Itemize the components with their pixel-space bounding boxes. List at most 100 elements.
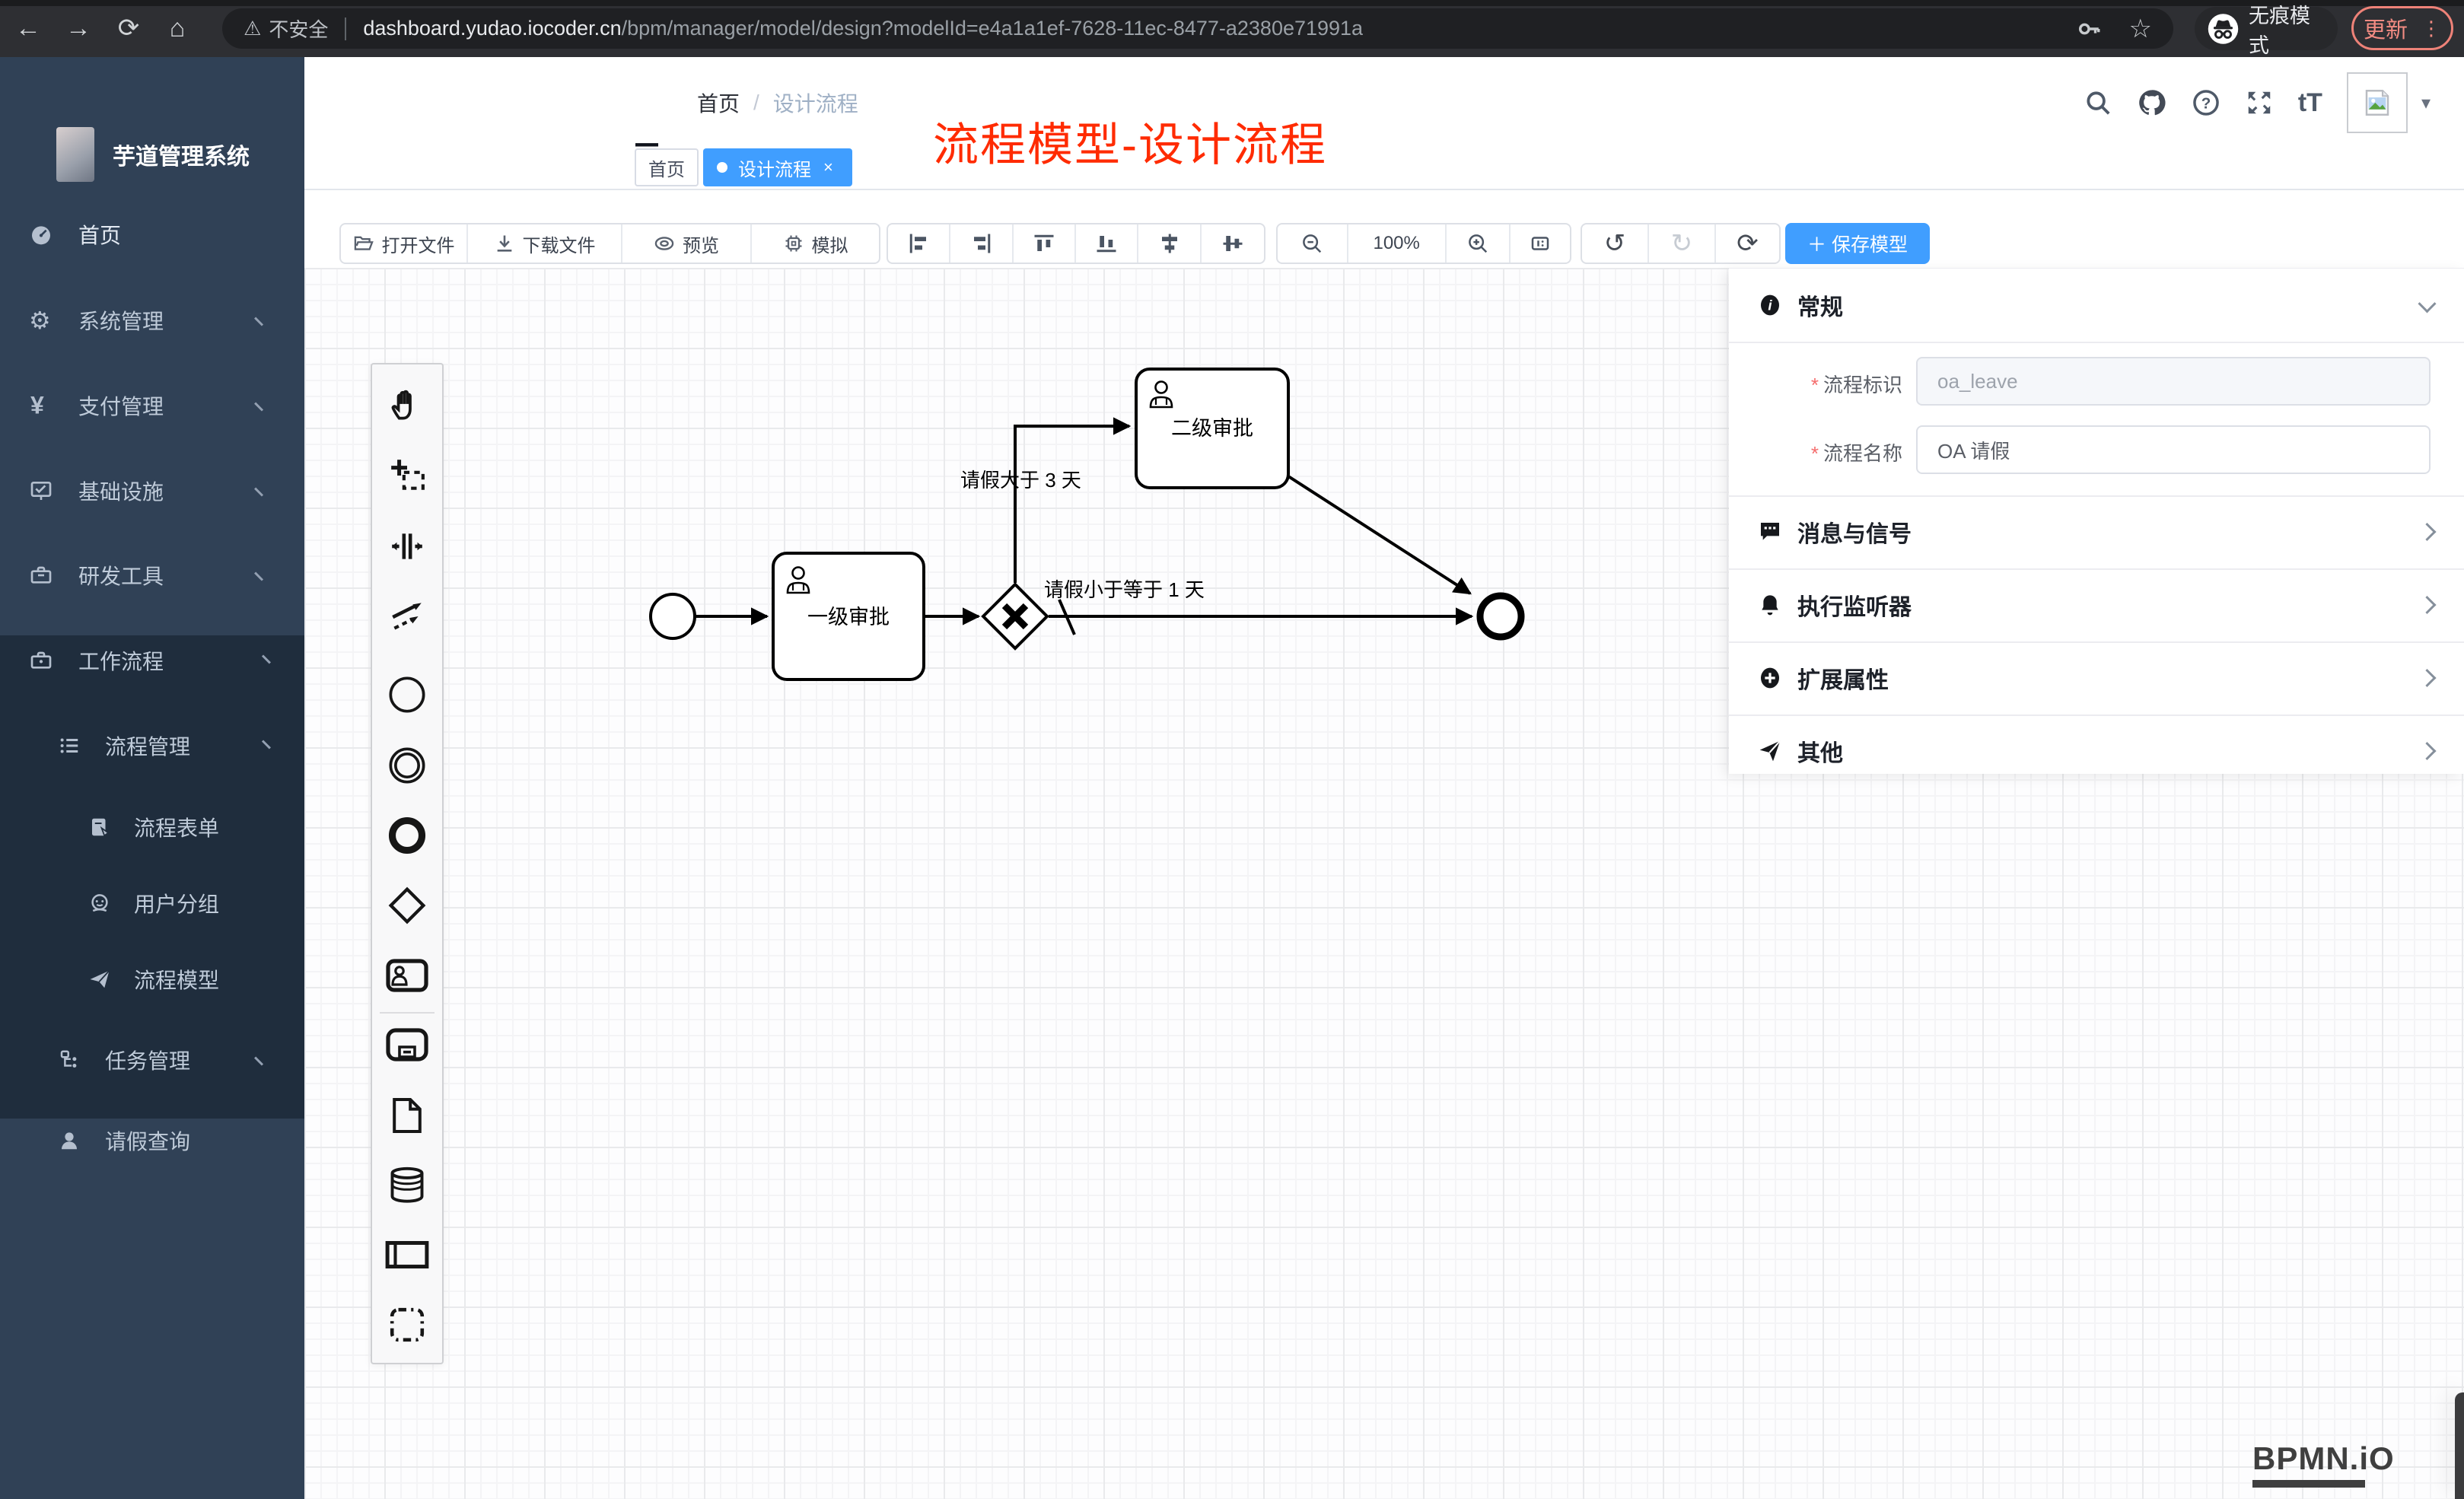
fullscreen-icon[interactable]	[2245, 88, 2274, 117]
end-event-icon	[387, 816, 427, 855]
lasso-tool[interactable]	[388, 457, 426, 495]
create-gateway[interactable]	[387, 885, 428, 926]
browser-update-button[interactable]: 更新 ⋮	[2351, 6, 2453, 50]
sidebar-item-leave-query[interactable]: 请假查询	[0, 1112, 304, 1169]
hand-tool[interactable]	[388, 387, 426, 425]
create-group[interactable]	[388, 1306, 426, 1344]
process-name-input[interactable]	[1916, 425, 2431, 474]
panel-section-other[interactable]: 其他	[1729, 714, 2464, 788]
create-subprocess[interactable]	[386, 1027, 428, 1062]
search-icon[interactable]	[2084, 88, 2112, 117]
undo-button[interactable]: ↺	[1582, 224, 1649, 263]
undo-icon: ↺	[1604, 228, 1626, 259]
avatar[interactable]	[2347, 72, 2408, 133]
save-model-button[interactable]: ＋ 保存模型	[1785, 223, 1930, 264]
align-left-button[interactable]	[888, 224, 950, 263]
tab-home[interactable]: 首页	[635, 148, 699, 186]
hand-tool-icon	[388, 387, 426, 425]
sidebar-item-workflow[interactable]: 工作流程	[0, 632, 304, 689]
help-icon[interactable]: ?	[2192, 88, 2220, 117]
chevron-up-icon	[254, 740, 271, 756]
tag-view-bar: 首页 设计流程 ×	[304, 148, 2464, 190]
zoom-level[interactable]: 100%	[1348, 224, 1447, 263]
chevron-down-icon	[254, 480, 271, 497]
fit-view-button[interactable]	[1511, 224, 1570, 263]
bpmn-io-watermark[interactable]: BPMN.iO	[2252, 1440, 2395, 1488]
sidebar-item-process-model[interactable]: 流程模型	[0, 951, 304, 1007]
create-data-store[interactable]	[387, 1166, 427, 1203]
caret-down-icon[interactable]: ▾	[2421, 92, 2431, 114]
sidebar: 芋道管理系统 首页 ⚙ 系统管理 ¥ 支付管理 基础设施 研发工具 工作流程 流…	[0, 57, 304, 1499]
create-data-object[interactable]	[391, 1096, 423, 1135]
align-top-button[interactable]	[1014, 224, 1076, 263]
corner-widget	[2455, 1392, 2464, 1499]
close-icon[interactable]: ×	[823, 158, 833, 177]
align-center-horizontal-button[interactable]	[1138, 224, 1201, 263]
panel-section-messages[interactable]: 消息与信号	[1729, 495, 2464, 568]
redo-button[interactable]: ↻	[1649, 224, 1716, 263]
github-icon[interactable]	[2137, 88, 2167, 118]
create-intermediate-event[interactable]	[387, 746, 427, 785]
global-connect-tool[interactable]	[388, 597, 426, 635]
sidebar-item-user-group[interactable]: 用户分组	[0, 875, 304, 931]
watermark-underline	[2252, 1480, 2365, 1488]
url-host[interactable]: dashboard.yudao.iocoder.cn	[363, 17, 621, 40]
create-participant[interactable]	[385, 1240, 429, 1270]
browser-home-icon[interactable]: ⌂	[158, 0, 196, 57]
more-dots-icon[interactable]: ⋮	[2421, 17, 2441, 40]
open-file-button[interactable]: 打开文件	[341, 224, 468, 263]
bookmark-star-icon[interactable]: ☆	[2129, 14, 2152, 44]
zoom-in-button[interactable]	[1447, 224, 1511, 263]
align-center-vertical-button[interactable]	[1202, 224, 1264, 263]
panel-section-extensions[interactable]: 扩展属性	[1729, 641, 2464, 714]
broken-image-icon	[2361, 87, 2393, 119]
sidebar-item-devtools[interactable]: 研发工具	[0, 547, 304, 603]
address-divider	[345, 18, 346, 40]
panel-section-listeners[interactable]: 执行监听器	[1729, 568, 2464, 641]
address-bar[interactable]: ⚠ 不安全 dashboard.yudao.iocoder.cn/bpm/man…	[222, 8, 2173, 49]
user-task-icon	[386, 958, 428, 993]
restart-button[interactable]: ⟳	[1716, 224, 1779, 263]
zoom-out-button[interactable]	[1278, 224, 1348, 263]
security-label[interactable]: 不安全	[269, 14, 328, 43]
align-right-button[interactable]	[950, 224, 1013, 263]
create-end-event[interactable]	[387, 816, 427, 855]
browser-tab-strip	[0, 0, 2464, 6]
zoom-in-icon	[1466, 232, 1489, 255]
sidebar-item-system[interactable]: ⚙ 系统管理	[0, 292, 304, 348]
incognito-icon	[2207, 11, 2240, 46]
tab-design-process[interactable]: 设计流程 ×	[703, 148, 852, 186]
panel-section-general[interactable]: i 常规	[1729, 269, 2464, 342]
font-size-icon[interactable]: tT	[2298, 88, 2322, 118]
subprocess-icon	[386, 1027, 428, 1062]
start-event-icon	[387, 675, 427, 714]
sidebar-item-home[interactable]: 首页	[0, 206, 304, 263]
browser-reload-icon[interactable]: ⟳	[110, 0, 148, 57]
create-start-event[interactable]	[387, 675, 427, 714]
annotation-title: 流程模型-设计流程	[933, 108, 1327, 174]
sidebar-item-task-manage[interactable]: 任务管理	[0, 1032, 304, 1088]
sidebar-item-payment[interactable]: ¥ 支付管理	[0, 377, 304, 434]
simulate-button[interactable]: 模拟	[752, 224, 879, 263]
url-path[interactable]: /bpm/manager/model/design?modelId=e4a1a1…	[622, 17, 1363, 40]
chip-icon	[783, 233, 804, 254]
user-icon	[58, 1129, 81, 1152]
download-file-button[interactable]: 下载文件	[468, 224, 622, 263]
field-label-process-key: *流程标识	[1743, 370, 1902, 398]
align-bottom-button[interactable]	[1076, 224, 1138, 263]
space-tool[interactable]	[388, 527, 426, 565]
sidebar-item-process-form[interactable]: 流程表单	[0, 799, 304, 855]
sidebar-item-infrastructure[interactable]: 基础设施	[0, 463, 304, 519]
process-key-input[interactable]	[1916, 357, 2431, 406]
sidebar-item-process-manage[interactable]: 流程管理	[0, 718, 304, 774]
key-icon[interactable]	[2076, 16, 2102, 42]
preview-button[interactable]: 预览	[622, 224, 752, 263]
bpmn-palette	[371, 363, 444, 1364]
toolbox-icon	[29, 563, 53, 587]
browser-forward-icon[interactable]: →	[59, 0, 97, 57]
breadcrumb-home[interactable]: 首页	[697, 88, 740, 118]
toolbar-history-group: ↺ ↻ ⟳	[1581, 223, 1781, 264]
browser-back-icon[interactable]: ←	[9, 0, 47, 57]
brand[interactable]: 芋道管理系统	[56, 122, 250, 186]
create-user-task[interactable]	[386, 958, 428, 993]
